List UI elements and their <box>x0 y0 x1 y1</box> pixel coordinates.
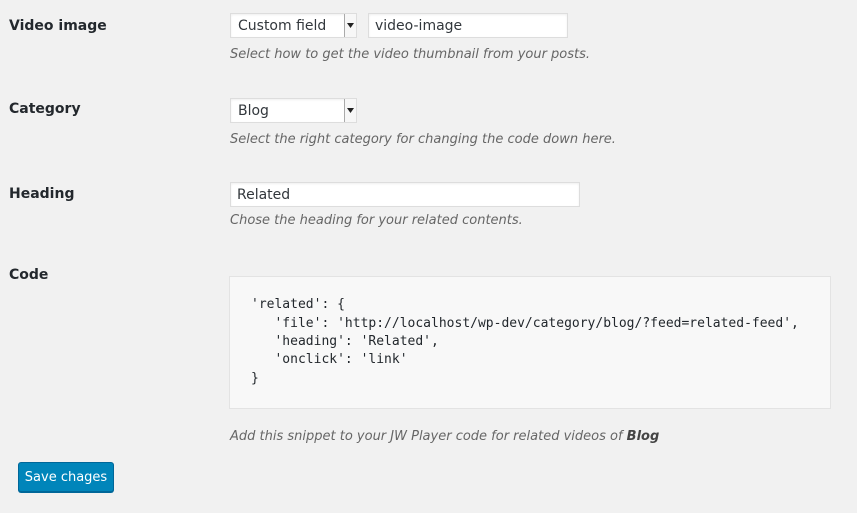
code-snippet-box[interactable]: 'related': { 'file': 'http://localhost/w… <box>229 276 831 409</box>
chevron-down-icon[interactable] <box>344 99 356 122</box>
video-image-source-select[interactable]: Custom field <box>230 13 357 38</box>
category-select[interactable]: Blog <box>230 98 357 123</box>
video-image-description: Select how to get the video thumbnail fr… <box>230 47 591 62</box>
video-image-source-value: Custom field <box>238 17 327 34</box>
heading-description: Chose the heading for your related conte… <box>230 213 523 228</box>
heading-label: Heading <box>9 186 75 202</box>
code-line: 'related': { <box>251 297 345 312</box>
custom-field-input[interactable]: video-image <box>368 13 568 38</box>
category-value: Blog <box>238 102 269 119</box>
code-label: Code <box>9 267 49 283</box>
heading-input[interactable]: Related <box>230 182 580 207</box>
code-description-text: Add this snippet to your JW Player code … <box>230 429 627 444</box>
chevron-down-icon[interactable] <box>344 14 356 37</box>
code-line: 'file': 'http://localhost/wp-dev/categor… <box>251 316 799 331</box>
code-description: Add this snippet to your JW Player code … <box>230 429 659 444</box>
save-button[interactable]: Save chages <box>18 462 114 492</box>
code-line: 'onclick': 'link' <box>251 352 408 367</box>
code-line: } <box>251 371 259 386</box>
video-image-label: Video image <box>9 18 107 34</box>
code-line: 'heading': 'Related', <box>251 334 439 349</box>
code-description-category: Blog <box>626 429 660 444</box>
category-description: Select the right category for changing t… <box>230 132 616 147</box>
category-label: Category <box>9 101 81 117</box>
